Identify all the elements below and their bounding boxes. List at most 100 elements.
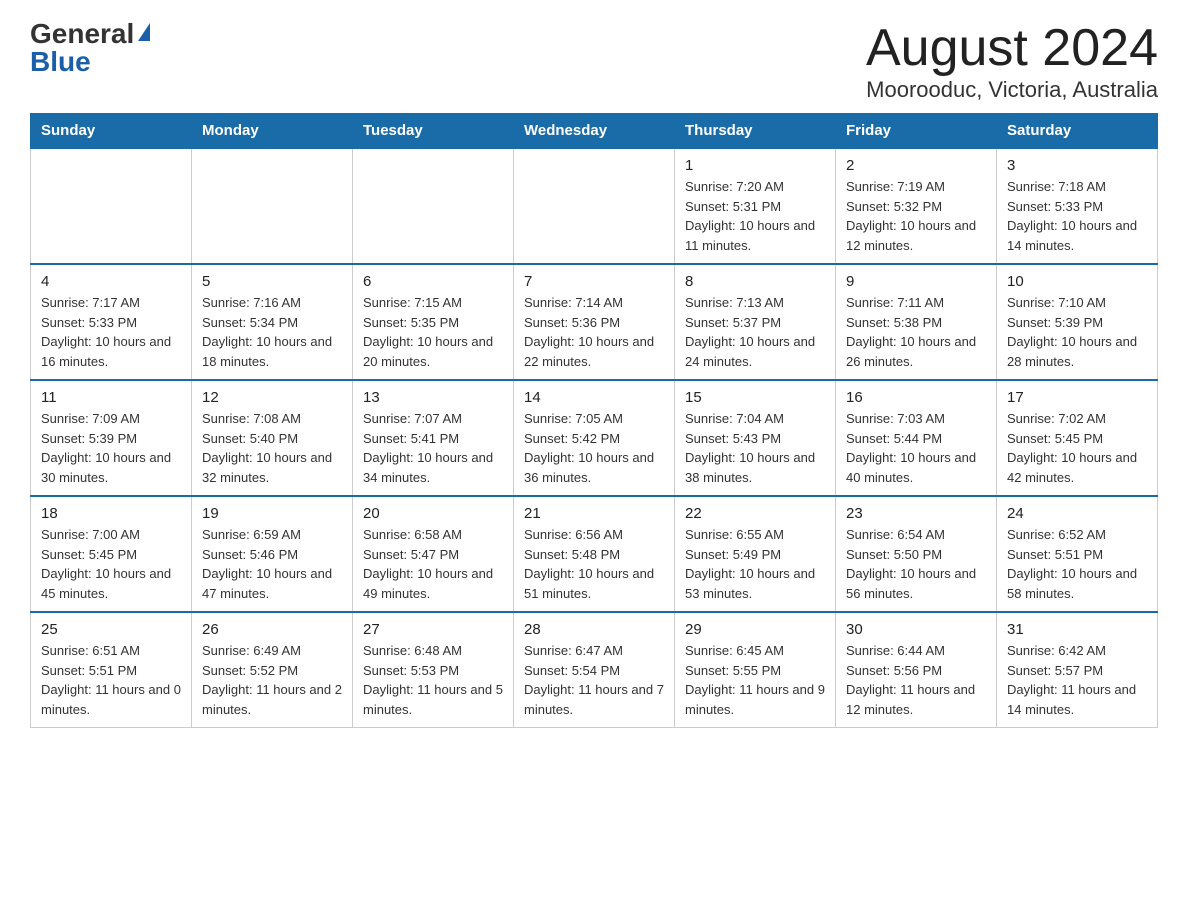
day-info: Sunrise: 7:09 AMSunset: 5:39 PMDaylight:…	[41, 409, 181, 487]
calendar-day-header: Thursday	[675, 114, 836, 149]
calendar-cell	[353, 148, 514, 264]
logo-blue-text: Blue	[30, 48, 91, 76]
day-info: Sunrise: 7:02 AMSunset: 5:45 PMDaylight:…	[1007, 409, 1147, 487]
day-number: 15	[685, 389, 825, 406]
calendar-cell: 27Sunrise: 6:48 AMSunset: 5:53 PMDayligh…	[353, 612, 514, 728]
day-info: Sunrise: 7:18 AMSunset: 5:33 PMDaylight:…	[1007, 177, 1147, 255]
calendar-cell: 13Sunrise: 7:07 AMSunset: 5:41 PMDayligh…	[353, 380, 514, 496]
day-number: 14	[524, 389, 664, 406]
day-info: Sunrise: 6:49 AMSunset: 5:52 PMDaylight:…	[202, 641, 342, 719]
day-number: 21	[524, 505, 664, 522]
calendar-day-header: Monday	[192, 114, 353, 149]
day-info: Sunrise: 7:15 AMSunset: 5:35 PMDaylight:…	[363, 293, 503, 371]
day-number: 16	[846, 389, 986, 406]
day-number: 18	[41, 505, 181, 522]
day-info: Sunrise: 7:17 AMSunset: 5:33 PMDaylight:…	[41, 293, 181, 371]
calendar-cell: 24 Sunrise: 6:52 AMSunset: 5:51 PMDayligh…	[997, 496, 1158, 612]
calendar-cell: 17Sunrise: 7:02 AMSunset: 5:45 PMDayligh…	[997, 380, 1158, 496]
day-info: Sunrise: 7:08 AMSunset: 5:40 PMDaylight:…	[202, 409, 342, 487]
day-info: Sunrise: 7:16 AMSunset: 5:34 PMDaylight:…	[202, 293, 342, 371]
calendar-day-header: Tuesday	[353, 114, 514, 149]
day-info: Sunrise: 6:44 AMSunset: 5:56 PMDaylight:…	[846, 641, 986, 719]
day-number: 26	[202, 621, 342, 638]
day-info: Sunrise: 7:05 AMSunset: 5:42 PMDaylight:…	[524, 409, 664, 487]
calendar-cell: 4 Sunrise: 7:17 AMSunset: 5:33 PMDaylight…	[31, 264, 192, 380]
calendar-week-row: 25 Sunrise: 6:51 AMSunset: 5:51 PMDayligh…	[31, 612, 1158, 728]
day-info: Sunrise: 6:55 AMSunset: 5:49 PMDaylight:…	[685, 525, 825, 603]
day-info: Sunrise: 7:10 AMSunset: 5:39 PMDaylight:…	[1007, 293, 1147, 371]
calendar-cell: 23 Sunrise: 6:54 AMSunset: 5:50 PMDayligh…	[836, 496, 997, 612]
page-subtitle: Moorooduc, Victoria, Australia	[866, 77, 1158, 103]
day-number: 31	[1007, 621, 1147, 638]
calendar-cell: 8 Sunrise: 7:13 AMSunset: 5:37 PMDaylight…	[675, 264, 836, 380]
day-number: 7	[524, 273, 664, 290]
calendar-cell: 30 Sunrise: 6:44 AMSunset: 5:56 PMDayligh…	[836, 612, 997, 728]
calendar-header-row: SundayMondayTuesdayWednesdayThursdayFrid…	[31, 114, 1158, 149]
calendar-day-header: Friday	[836, 114, 997, 149]
calendar-cell: 9 Sunrise: 7:11 AMSunset: 5:38 PMDaylight…	[836, 264, 997, 380]
calendar-week-row: 4 Sunrise: 7:17 AMSunset: 5:33 PMDaylight…	[31, 264, 1158, 380]
day-info: Sunrise: 7:04 AMSunset: 5:43 PMDaylight:…	[685, 409, 825, 487]
day-number: 11	[41, 389, 181, 406]
day-info: Sunrise: 6:42 AMSunset: 5:57 PMDaylight:…	[1007, 641, 1147, 719]
day-info: Sunrise: 7:20 AMSunset: 5:31 PMDaylight:…	[685, 177, 825, 255]
day-number: 30	[846, 621, 986, 638]
calendar-cell: 7 Sunrise: 7:14 AMSunset: 5:36 PMDaylight…	[514, 264, 675, 380]
day-number: 24	[1007, 505, 1147, 522]
day-number: 20	[363, 505, 503, 522]
day-info: Sunrise: 6:48 AMSunset: 5:53 PMDaylight:…	[363, 641, 503, 719]
page-header: General Blue August 2024 Moorooduc, Vict…	[30, 20, 1158, 103]
day-number: 6	[363, 273, 503, 290]
day-number: 23	[846, 505, 986, 522]
day-info: Sunrise: 7:11 AMSunset: 5:38 PMDaylight:…	[846, 293, 986, 371]
day-info: Sunrise: 6:54 AMSunset: 5:50 PMDaylight:…	[846, 525, 986, 603]
day-info: Sunrise: 7:03 AMSunset: 5:44 PMDaylight:…	[846, 409, 986, 487]
day-number: 22	[685, 505, 825, 522]
day-info: Sunrise: 7:14 AMSunset: 5:36 PMDaylight:…	[524, 293, 664, 371]
day-number: 12	[202, 389, 342, 406]
calendar-day-header: Sunday	[31, 114, 192, 149]
calendar-week-row: 1 Sunrise: 7:20 AMSunset: 5:31 PMDaylight…	[31, 148, 1158, 264]
calendar-cell: 20 Sunrise: 6:58 AMSunset: 5:47 PMDayligh…	[353, 496, 514, 612]
day-info: Sunrise: 6:58 AMSunset: 5:47 PMDaylight:…	[363, 525, 503, 603]
day-number: 13	[363, 389, 503, 406]
calendar-cell: 6 Sunrise: 7:15 AMSunset: 5:35 PMDaylight…	[353, 264, 514, 380]
calendar-cell	[192, 148, 353, 264]
day-info: Sunrise: 6:51 AMSunset: 5:51 PMDaylight:…	[41, 641, 181, 719]
day-info: Sunrise: 6:45 AMSunset: 5:55 PMDaylight:…	[685, 641, 825, 719]
day-number: 25	[41, 621, 181, 638]
day-number: 19	[202, 505, 342, 522]
calendar-cell: 15 Sunrise: 7:04 AMSunset: 5:43 PMDayligh…	[675, 380, 836, 496]
calendar-table: SundayMondayTuesdayWednesdayThursdayFrid…	[30, 113, 1158, 728]
day-info: Sunrise: 7:13 AMSunset: 5:37 PMDaylight:…	[685, 293, 825, 371]
calendar-day-header: Saturday	[997, 114, 1158, 149]
calendar-cell: 1 Sunrise: 7:20 AMSunset: 5:31 PMDaylight…	[675, 148, 836, 264]
calendar-cell: 12 Sunrise: 7:08 AMSunset: 5:40 PMDayligh…	[192, 380, 353, 496]
calendar-cell: 31 Sunrise: 6:42 AMSunset: 5:57 PMDayligh…	[997, 612, 1158, 728]
day-info: Sunrise: 6:52 AMSunset: 5:51 PMDaylight:…	[1007, 525, 1147, 603]
calendar-cell: 18Sunrise: 7:00 AMSunset: 5:45 PMDayligh…	[31, 496, 192, 612]
day-info: Sunrise: 6:56 AMSunset: 5:48 PMDaylight:…	[524, 525, 664, 603]
day-number: 9	[846, 273, 986, 290]
title-block: August 2024 Moorooduc, Victoria, Austral…	[866, 20, 1158, 103]
day-number: 1	[685, 157, 825, 174]
day-number: 5	[202, 273, 342, 290]
calendar-cell: 28Sunrise: 6:47 AMSunset: 5:54 PMDayligh…	[514, 612, 675, 728]
calendar-day-header: Wednesday	[514, 114, 675, 149]
calendar-cell: 29 Sunrise: 6:45 AMSunset: 5:55 PMDayligh…	[675, 612, 836, 728]
calendar-week-row: 11 Sunrise: 7:09 AMSunset: 5:39 PMDayligh…	[31, 380, 1158, 496]
calendar-cell: 10 Sunrise: 7:10 AMSunset: 5:39 PMDayligh…	[997, 264, 1158, 380]
calendar-cell: 26 Sunrise: 6:49 AMSunset: 5:52 PMDayligh…	[192, 612, 353, 728]
calendar-cell: 2Sunrise: 7:19 AMSunset: 5:32 PMDaylight…	[836, 148, 997, 264]
day-info: Sunrise: 7:19 AMSunset: 5:32 PMDaylight:…	[846, 177, 986, 255]
day-info: Sunrise: 6:59 AMSunset: 5:46 PMDaylight:…	[202, 525, 342, 603]
day-number: 4	[41, 273, 181, 290]
day-number: 28	[524, 621, 664, 638]
logo-triangle-icon	[138, 23, 150, 41]
calendar-cell: 3Sunrise: 7:18 AMSunset: 5:33 PMDaylight…	[997, 148, 1158, 264]
day-number: 8	[685, 273, 825, 290]
day-number: 29	[685, 621, 825, 638]
calendar-cell: 16 Sunrise: 7:03 AMSunset: 5:44 PMDayligh…	[836, 380, 997, 496]
day-number: 10	[1007, 273, 1147, 290]
calendar-cell: 5 Sunrise: 7:16 AMSunset: 5:34 PMDaylight…	[192, 264, 353, 380]
